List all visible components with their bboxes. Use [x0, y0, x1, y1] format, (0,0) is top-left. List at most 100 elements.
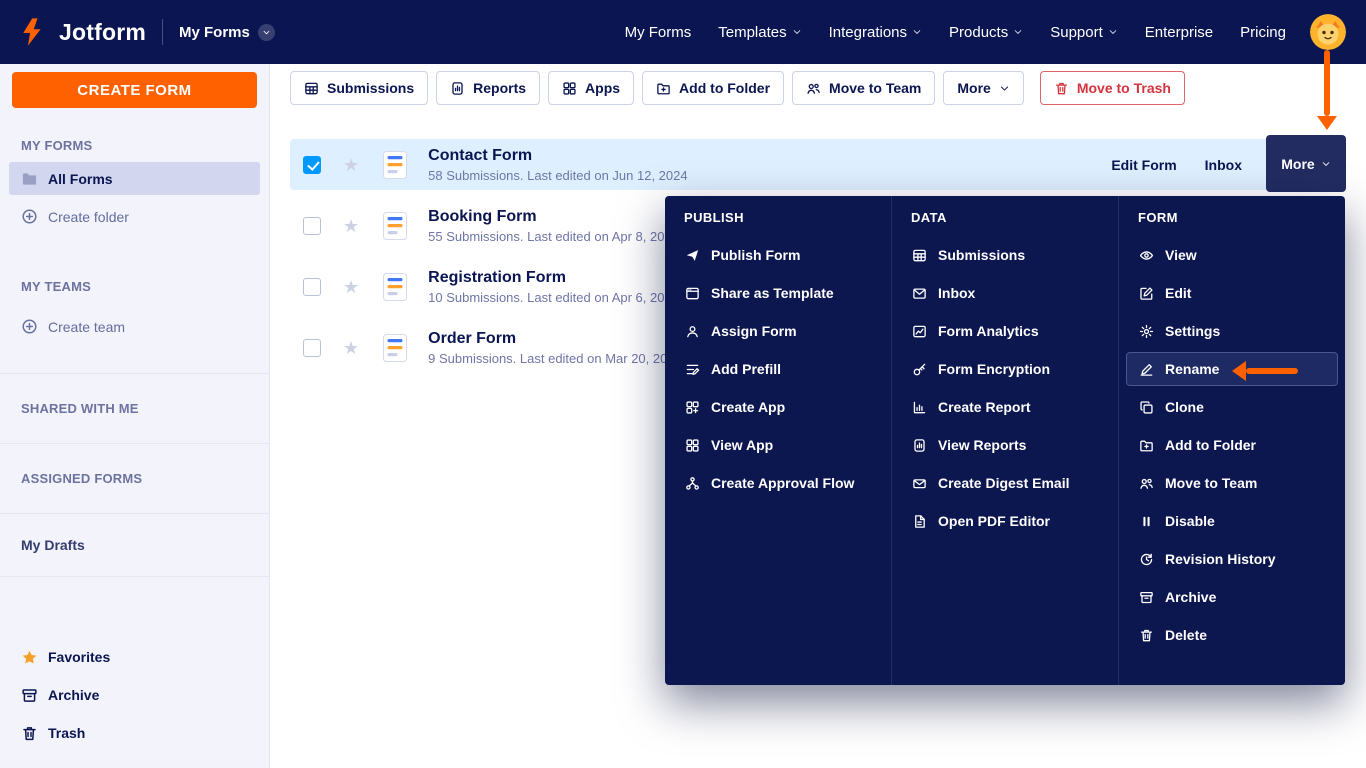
menu-item-label: Share as Template: [711, 285, 834, 301]
nav-item-my-forms[interactable]: My Forms: [625, 24, 692, 41]
nav-item-support[interactable]: Support: [1050, 24, 1118, 41]
form-meta: Order Form 9 Submissions. Last edited on…: [428, 330, 682, 366]
menu-item-submissions[interactable]: Submissions: [899, 238, 1111, 272]
share-template-icon: [685, 286, 700, 301]
menu-item-clone[interactable]: Clone: [1126, 390, 1338, 424]
menu-item-create-app[interactable]: Create App: [672, 390, 884, 424]
menu-item-archive[interactable]: Archive: [1126, 580, 1338, 614]
sidebar-item-assigned-forms[interactable]: ASSIGNED FORMS: [0, 443, 269, 513]
submissions-button[interactable]: Submissions: [290, 71, 429, 105]
menu-item-label: View Reports: [938, 437, 1027, 453]
menu-item-label: Inbox: [938, 285, 976, 301]
menu-item-delete[interactable]: Delete: [1126, 618, 1338, 652]
menu-header-form: FORM: [1138, 210, 1178, 225]
menu-item-revision-history[interactable]: Revision History: [1126, 542, 1338, 576]
nav-item-integrations[interactable]: Integrations: [829, 24, 922, 41]
trash-icon: [21, 725, 38, 742]
move-to-trash-button[interactable]: Move to Trash: [1039, 71, 1185, 105]
menu-item-label: Add to Folder: [1165, 437, 1256, 453]
menu-item-share-as-template[interactable]: Share as Template: [672, 276, 884, 310]
breadcrumb-label: My Forms: [179, 23, 250, 41]
chevron-down-icon: [792, 27, 802, 37]
report-icon: [450, 81, 465, 96]
menu-item-edit[interactable]: Edit: [1126, 276, 1338, 310]
edit-form-link[interactable]: Edit Form: [1111, 157, 1176, 173]
menu-item-label: Revision History: [1165, 551, 1276, 567]
menu-item-label: Add Prefill: [711, 361, 782, 377]
menu-item-view[interactable]: View: [1126, 238, 1338, 272]
sidebar-item-label: Create team: [48, 318, 126, 335]
menu-item-create-report[interactable]: Create Report: [899, 390, 1111, 424]
avatar[interactable]: [1310, 14, 1346, 50]
reports-button[interactable]: Reports: [436, 71, 541, 105]
sidebar-item-create-team[interactable]: Create team: [9, 310, 260, 343]
jotform-logo-icon: [23, 18, 41, 46]
sidebar-item-create-folder[interactable]: Create folder: [9, 200, 260, 233]
create-form-button[interactable]: CREATE FORM: [12, 72, 257, 108]
menu-item-inbox[interactable]: Inbox: [899, 276, 1111, 310]
nav-item-label: Support: [1050, 23, 1103, 41]
menu-item-create-approval-flow[interactable]: Create Approval Flow: [672, 466, 884, 500]
form-icon: [383, 150, 408, 179]
sidebar-item-my-drafts[interactable]: My Drafts: [0, 513, 269, 577]
form-meta: Registration Form 10 Submissions. Last e…: [428, 269, 679, 305]
nav-item-enterprise[interactable]: Enterprise: [1145, 24, 1213, 41]
encryption-key-icon: [912, 362, 927, 377]
menu-item-create-digest-email[interactable]: Create Digest Email: [899, 466, 1111, 500]
row-checkbox[interactable]: [303, 216, 321, 235]
menu-item-view-app[interactable]: View App: [672, 428, 884, 462]
star-icon[interactable]: ★: [343, 156, 359, 174]
nav-item-label: Templates: [718, 23, 787, 41]
submissions-grid-icon: [912, 248, 927, 263]
menu-item-settings[interactable]: Settings: [1126, 314, 1338, 348]
row-checkbox[interactable]: [303, 277, 321, 296]
jotform-logo[interactable]: Jotform: [20, 17, 146, 47]
menu-item-open-pdf-editor[interactable]: Open PDF Editor: [899, 504, 1111, 538]
menu-item-form-analytics[interactable]: Form Analytics: [899, 314, 1111, 348]
analytics-icon: [912, 324, 927, 339]
toolbar-more-button[interactable]: More: [943, 71, 1024, 105]
star-icon[interactable]: ★: [343, 339, 359, 357]
row-checkbox[interactable]: [303, 338, 321, 357]
menu-item-rename[interactable]: Rename: [1126, 352, 1338, 386]
menu-item-add-prefill[interactable]: Add Prefill: [672, 352, 884, 386]
nav-item-templates[interactable]: Templates: [718, 24, 801, 41]
nav-item-products[interactable]: Products: [949, 24, 1023, 41]
menu-column-form: FORM View Edit Settings Rename Clone Add…: [1118, 196, 1345, 685]
menu-item-assign-form[interactable]: Assign Form: [672, 314, 884, 348]
menu-item-label: Form Encryption: [938, 361, 1051, 377]
star-icon[interactable]: ★: [343, 278, 359, 296]
sidebar-item-archive[interactable]: Archive: [9, 676, 260, 714]
menu-item-disable[interactable]: Disable: [1126, 504, 1338, 538]
star-icon[interactable]: ★: [343, 217, 359, 235]
sidebar-item-trash[interactable]: Trash: [9, 714, 260, 752]
add-to-folder-button[interactable]: Add to Folder: [642, 71, 785, 105]
team-icon: [1139, 476, 1154, 491]
breadcrumb-chevron-badge[interactable]: [257, 23, 275, 41]
menu-item-form-encryption[interactable]: Form Encryption: [899, 352, 1111, 386]
menu-item-move-to-team[interactable]: Move to Team: [1126, 466, 1338, 500]
menu-item-view-reports[interactable]: View Reports: [899, 428, 1111, 462]
nav-divider: [162, 19, 164, 45]
move-to-team-button[interactable]: Move to Team: [792, 71, 936, 105]
breadcrumb[interactable]: My Forms: [179, 23, 275, 41]
sidebar-item-all-forms[interactable]: All Forms: [9, 162, 260, 195]
top-navigation: Jotform My Forms My Forms Templates Inte…: [0, 0, 1366, 64]
nav-item-pricing[interactable]: Pricing: [1240, 24, 1286, 41]
trash-icon: [1054, 81, 1069, 96]
button-label: Reports: [473, 80, 527, 96]
menu-item-add-to-folder[interactable]: Add to Folder: [1126, 428, 1338, 462]
form-row-contact-form[interactable]: ★ Contact Form 58 Submissions. Last edit…: [290, 135, 1346, 192]
sidebar-item-shared-with-me[interactable]: SHARED WITH ME: [0, 373, 269, 443]
form-subtitle: 10 Submissions. Last edited on Apr 6, 20…: [428, 289, 679, 305]
form-title: Registration Form: [428, 268, 566, 286]
rename-icon: [1139, 362, 1154, 377]
sidebar-item-favorites[interactable]: Favorites: [9, 638, 260, 676]
apps-button[interactable]: Apps: [548, 71, 635, 105]
menu-header-data: DATA: [911, 210, 947, 225]
row-more-button[interactable]: More: [1266, 135, 1346, 192]
inbox-link[interactable]: Inbox: [1205, 157, 1242, 173]
row-checkbox[interactable]: [303, 155, 321, 174]
menu-item-label: Submissions: [938, 247, 1026, 263]
menu-item-publish-form[interactable]: Publish Form: [672, 238, 884, 272]
